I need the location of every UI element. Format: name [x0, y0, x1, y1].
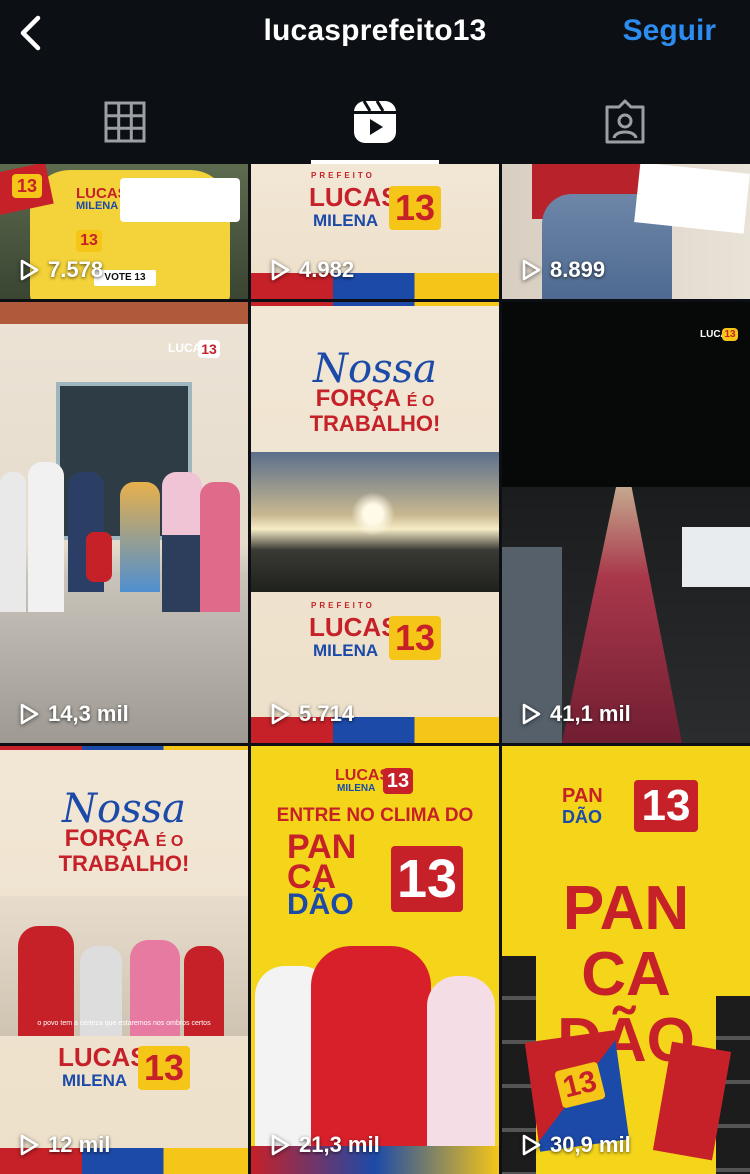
group-photo: o povo tem a certeza que estaremos nos o…: [0, 896, 248, 1036]
brand-lucas: LUCAS: [309, 612, 399, 642]
tab-reels[interactable]: [250, 82, 500, 162]
slogan-entre: ENTRE NO CLIMA DO: [276, 805, 474, 826]
family-photo: [0, 432, 248, 612]
brand-number: 13: [12, 174, 42, 198]
reel-thumbnail[interactable]: 13 LUCAS MILENA 13 VOTE 13 7.578: [0, 164, 248, 299]
reel-thumbnail[interactable]: LUCAS 13 41,1 mil: [502, 302, 750, 743]
reel-thumbnail[interactable]: 8.899: [502, 164, 750, 299]
brand-milena: MILENA: [62, 1071, 128, 1090]
brand-milena: MILENA: [313, 641, 379, 660]
play-icon: [520, 1133, 542, 1157]
slogan-forca: FORÇA É O: [251, 386, 499, 411]
license-plate: VOTE 13: [94, 270, 156, 286]
reel-thumbnail[interactable]: Nossa FORÇA É O TRABALHO! PREFEITO LUCAS…: [251, 302, 499, 743]
slogan-pan-big: PAN: [562, 874, 690, 943]
play-icon: [269, 1133, 291, 1157]
play-icon: [520, 702, 542, 726]
brand-milena: MILENA: [337, 783, 376, 794]
slogan-forca-word: FORÇA: [64, 825, 150, 852]
slogan-dao: DÃO: [287, 888, 354, 921]
reel-thumbnail[interactable]: Nossa FORÇA É O TRABALHO! o povo tem a c…: [0, 746, 248, 1174]
view-count-value: 41,1 mil: [550, 701, 631, 726]
video-caption: o povo tem a certeza que estaremos nos o…: [37, 1020, 211, 1027]
slogan-forca-word: FORÇA: [315, 385, 401, 412]
brand-prefeito: PREFEITO: [311, 601, 375, 610]
brand-number: 13: [138, 1046, 190, 1090]
view-count-value: 14,3 mil: [48, 701, 129, 726]
brand-prefeito: PREFEITO: [311, 171, 375, 180]
view-count: 7.578: [18, 257, 103, 283]
view-count-value: 4.982: [299, 257, 355, 282]
brand-number: 13: [389, 616, 441, 660]
play-icon: [269, 258, 291, 282]
slogan-forca: FORÇA É O: [0, 826, 248, 851]
view-count-value: 8.899: [550, 257, 606, 282]
brand-lucas: LUCAS: [309, 182, 399, 212]
brand-milena: MILENA: [76, 200, 119, 212]
slogan-ca-big: CA: [581, 940, 671, 1009]
reel-thumbnail[interactable]: PAN DÃO 13 PAN CA DÃO 13 30,9 mil: [502, 746, 750, 1174]
view-count-value: 12 mil: [48, 1132, 111, 1157]
reels-icon: [352, 99, 398, 145]
candidate-photo: [120, 178, 240, 222]
slogan-pan: PAN: [562, 785, 603, 807]
slogan-dao: DÃO: [562, 807, 602, 827]
brand-lucas: LUCAS: [58, 1042, 148, 1072]
play-icon: [18, 702, 40, 726]
grid-icon: [104, 101, 146, 143]
view-count-value: 7.578: [48, 257, 104, 282]
slogan-trabalho: TRABALHO!: [58, 851, 190, 876]
brand-number: 13: [391, 846, 463, 912]
profile-header: lucasprefeito13 Seguir: [0, 0, 750, 66]
brand-number: 13: [383, 768, 413, 794]
sunset-image: [251, 452, 499, 592]
brand-number: 13: [634, 780, 698, 832]
view-count-value: 5.714: [299, 701, 355, 726]
view-count: 4.982: [269, 257, 354, 283]
view-count-value: 30,9 mil: [550, 1132, 631, 1157]
reels-grid: 13 LUCAS MILENA 13 VOTE 13 7.578 PREFEIT…: [0, 164, 750, 1174]
play-icon: [18, 1133, 40, 1157]
brand-lucas: LUCAS: [335, 767, 391, 784]
brand-number: 13: [389, 186, 441, 230]
play-icon: [520, 258, 542, 282]
slogan-e-o: É O: [155, 833, 184, 850]
reel-thumbnail[interactable]: LUCAS MILENA 13 ENTRE NO CLIMA DO PAN CA…: [251, 746, 499, 1174]
slogan-e-o: É O: [406, 393, 435, 410]
profile-tabs: [0, 82, 750, 164]
reel-thumbnail[interactable]: LUCAS 13 14,3 mil: [0, 302, 248, 743]
tab-tagged[interactable]: [500, 82, 750, 162]
brand-milena: MILENA: [313, 211, 379, 230]
view-count: 41,1 mil: [520, 701, 631, 727]
paper-image: [634, 164, 750, 234]
view-count: 12 mil: [18, 1132, 110, 1158]
view-count: 5.714: [269, 701, 354, 727]
slogan-trabalho: TRABALHO!: [309, 411, 441, 436]
view-count: 14,3 mil: [18, 701, 129, 727]
follow-button[interactable]: Seguir: [623, 14, 716, 48]
brand-number: 13: [198, 340, 220, 358]
tab-grid[interactable]: [0, 82, 250, 162]
reel-thumbnail[interactable]: PREFEITO LUCAS MILENA 13 4.982: [251, 164, 499, 299]
brand-number: 13: [722, 328, 738, 341]
view-count-value: 21,3 mil: [299, 1132, 380, 1157]
tagged-icon: [602, 99, 648, 145]
view-count: 8.899: [520, 257, 605, 283]
view-count: 30,9 mil: [520, 1132, 631, 1158]
view-count: 21,3 mil: [269, 1132, 380, 1158]
play-icon: [18, 258, 40, 282]
play-icon: [269, 702, 291, 726]
roof-image: [0, 302, 248, 324]
brand-number: 13: [76, 230, 102, 252]
